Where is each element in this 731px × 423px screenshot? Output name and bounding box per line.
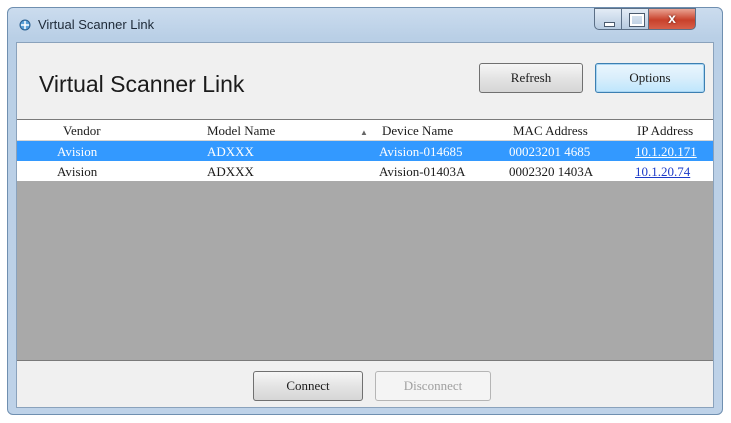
device-name-cell: Avision-014685 [379, 144, 463, 159]
close-button[interactable]: x [648, 8, 696, 30]
refresh-button[interactable]: Refresh [479, 63, 583, 93]
title-bar[interactable]: Virtual Scanner Link x [8, 8, 722, 42]
page-title: Virtual Scanner Link [39, 71, 245, 97]
ip-address-link[interactable]: 10.1.20.74 [635, 164, 690, 180]
column-header-vendor[interactable]: Vendor [63, 123, 101, 139]
scanner-table: Vendor Model Name ▲ Device Name MAC Addr… [17, 119, 713, 361]
model-name-cell: ADXXX [207, 164, 254, 179]
maximize-button[interactable] [621, 8, 649, 30]
connect-button[interactable]: Connect [253, 371, 363, 401]
vendor-cell: Avision [57, 144, 98, 159]
app-window: Virtual Scanner Link x Virtual Scanner L… [7, 7, 723, 415]
model-name-cell: ADXXX [207, 144, 254, 159]
ip-address-link[interactable]: 10.1.20.171 [635, 144, 697, 160]
options-button[interactable]: Options [595, 63, 705, 93]
close-icon: x [668, 10, 676, 26]
sort-ascending-icon: ▲ [360, 128, 368, 137]
mac-address-cell: 00023201 4685 [509, 144, 591, 159]
scanner-link-icon [19, 19, 31, 31]
vendor-cell: Avision [57, 164, 98, 179]
table-header: Vendor Model Name ▲ Device Name MAC Addr… [17, 120, 713, 141]
column-header-model-name[interactable]: Model Name [207, 123, 275, 139]
table-row-selected[interactable]: Avision ADXXX Avision-014685 00023201 46… [17, 141, 713, 161]
column-header-ip-address[interactable]: IP Address [637, 123, 693, 139]
table-row[interactable]: Avision ADXXX Avision-01403A 0002320 140… [17, 161, 713, 181]
mac-address-cell: 0002320 1403A [509, 164, 594, 179]
minimize-button[interactable] [594, 8, 622, 30]
device-name-cell: Avision-01403A [379, 164, 466, 179]
disconnect-button: Disconnect [375, 371, 491, 401]
window-title: Virtual Scanner Link [38, 17, 155, 32]
column-header-device-name[interactable]: Device Name [382, 123, 453, 139]
column-header-mac-address[interactable]: MAC Address [513, 123, 588, 139]
client-area: Virtual Scanner Link Refresh Options Ven… [16, 42, 714, 408]
